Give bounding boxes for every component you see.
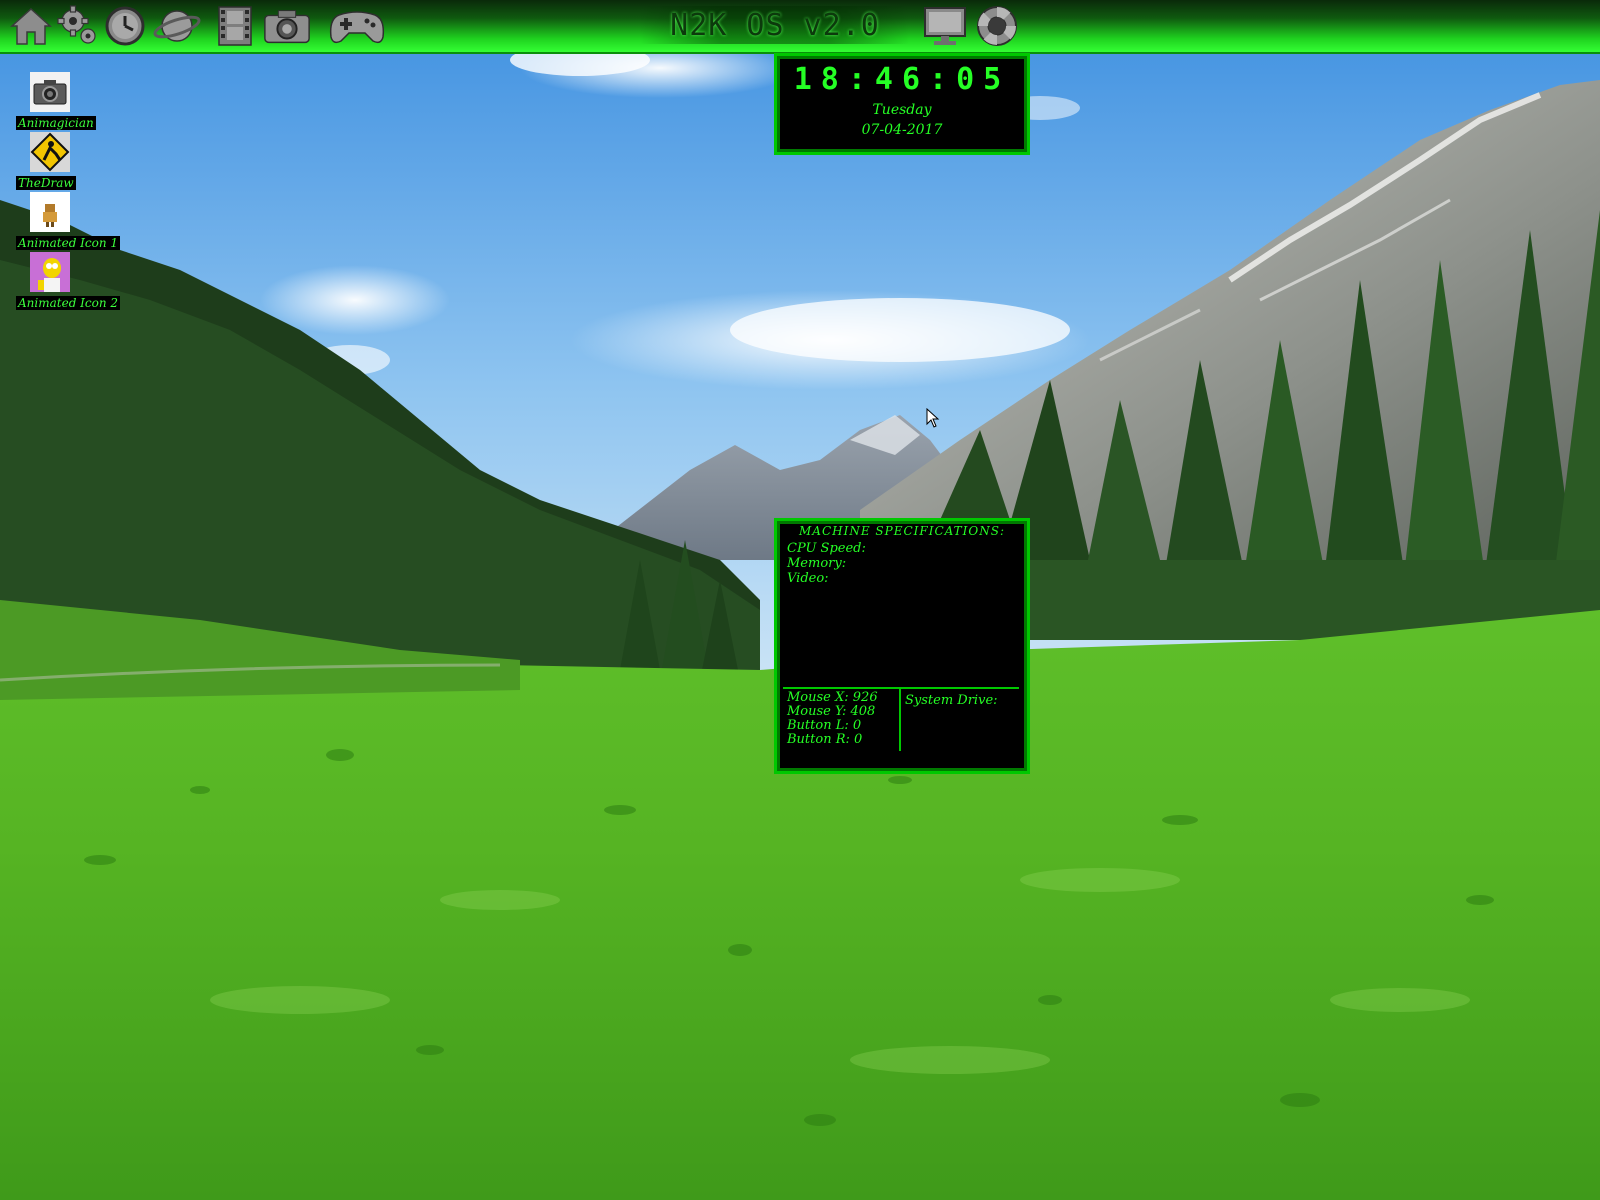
- desktop-icon-animated-icon-1[interactable]: Animated Icon 1: [16, 192, 146, 251]
- desktop-icon-animagician[interactable]: Animagician: [16, 72, 146, 131]
- camera-icon[interactable]: [262, 4, 312, 48]
- home-icon[interactable]: [6, 4, 56, 48]
- memory-label: Memory:: [787, 556, 847, 571]
- specs-title: MACHINE SPECIFICATIONS:: [799, 524, 1005, 538]
- clock-day: Tuesday: [872, 102, 932, 118]
- mouse-y-readout: Mouse Y: 408: [787, 704, 876, 719]
- clock-icon[interactable]: [100, 4, 150, 48]
- small-character-icon: [30, 192, 70, 232]
- desktop-icon-animated-icon-2[interactable]: Animated Icon 2: [16, 252, 146, 311]
- desktop-icon-label: Animated Icon 2: [16, 296, 121, 310]
- cartoon-character-icon: [30, 252, 70, 292]
- cpu-speed-label: CPU Speed:: [787, 541, 866, 556]
- machine-specifications-window[interactable]: MACHINE SPECIFICATIONS: CPU Speed: Memor…: [774, 518, 1030, 774]
- button-left-readout: Button L: 0: [787, 718, 862, 733]
- specs-divider-vertical: [899, 689, 901, 751]
- button-right-readout: Button R: 0: [787, 732, 863, 747]
- construction-sign-icon: [30, 132, 70, 172]
- camera-icon: [30, 72, 70, 112]
- clock-date: 07-04-2017: [861, 122, 943, 138]
- top-taskbar: N2K OS v2.0: [0, 0, 1600, 54]
- gamepad-icon[interactable]: [326, 4, 388, 48]
- system-drive-label: System Drive:: [905, 693, 998, 708]
- planet-icon[interactable]: [152, 4, 202, 48]
- desktop-icon-label: TheDraw: [16, 176, 76, 190]
- film-icon[interactable]: [210, 4, 260, 48]
- desktop-icon-label: Animagician: [16, 116, 96, 130]
- monitor-icon[interactable]: [920, 4, 970, 48]
- video-label: Video:: [787, 571, 829, 586]
- clock-time: 18:46:05: [793, 62, 1011, 97]
- clock-widget[interactable]: 18:46:05 Tuesday 07-04-2017: [774, 53, 1030, 155]
- desktop-icon-thedraw[interactable]: TheDraw: [16, 132, 146, 191]
- os-title: N2K OS v2.0: [640, 6, 910, 44]
- mouse-x-readout: Mouse X: 926: [787, 690, 878, 705]
- specs-divider: [783, 687, 1019, 689]
- gear-icon[interactable]: [52, 4, 102, 48]
- lifebuoy-icon[interactable]: [972, 4, 1022, 48]
- desktop-icon-label: Animated Icon 1: [16, 236, 121, 250]
- mouse-pointer-icon: [926, 408, 940, 428]
